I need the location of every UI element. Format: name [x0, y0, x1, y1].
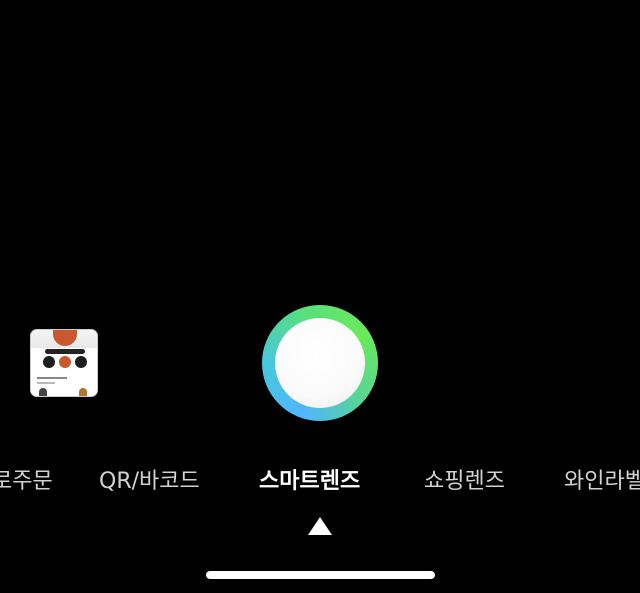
- home-indicator-bar[interactable]: [206, 571, 435, 579]
- shutter-inner-circle: [275, 318, 365, 408]
- thumbnail-dot: [75, 356, 87, 368]
- camera-screen: 로주문 QR/바코드 스마트렌즈 쇼핑렌즈 와인라벨: [0, 0, 640, 593]
- thumbnail-pill: [45, 349, 85, 354]
- tab-smart-lens[interactable]: 스마트렌즈: [259, 462, 360, 502]
- tab-order[interactable]: 로주문: [0, 462, 53, 502]
- thumbnail-figure: [79, 388, 87, 396]
- thumbnail-dot: [59, 356, 71, 368]
- thumbnail-text-line: [37, 377, 67, 379]
- gallery-thumbnail[interactable]: [30, 329, 98, 397]
- camera-mode-tabs: 로주문 QR/바코드 스마트렌즈 쇼핑렌즈 와인라벨: [0, 462, 640, 502]
- tab-shopping-lens[interactable]: 쇼핑렌즈: [424, 462, 505, 502]
- shutter-button[interactable]: [262, 305, 378, 421]
- thumbnail-text-line: [37, 382, 55, 384]
- thumbnail-dot: [43, 356, 55, 368]
- thumbnail-figure: [39, 388, 47, 396]
- tab-qr-barcode[interactable]: QR/바코드: [99, 462, 200, 502]
- up-triangle-icon: [308, 517, 332, 535]
- tab-wine-label[interactable]: 와인라벨: [564, 462, 640, 502]
